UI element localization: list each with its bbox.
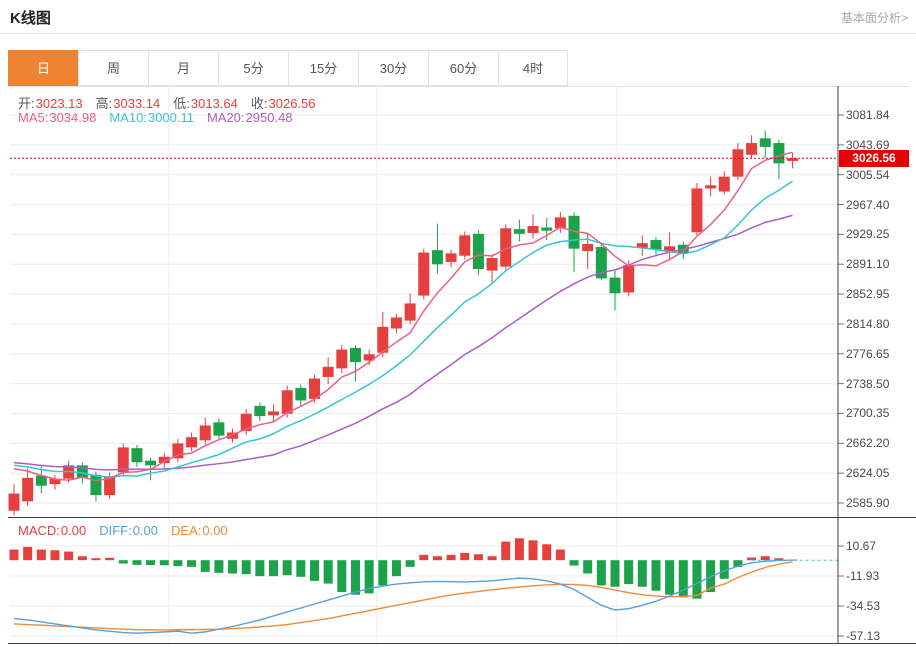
tab-15分[interactable]: 15分 <box>288 50 358 86</box>
legend-label: MA5: <box>18 110 49 125</box>
legend-value: 2950.48 <box>245 110 293 125</box>
legend-label: 开: <box>18 96 35 111</box>
legend-label: MA20: <box>206 110 245 125</box>
price-axis-label: 2891.10 <box>846 257 890 272</box>
kline-chart-area: 开:3023.13 高:3033.14 低:3013.64 收:3026.56 MA5… <box>8 86 916 645</box>
tab-日[interactable]: 日 <box>8 50 78 86</box>
price-axis-label: 2662.20 <box>846 436 890 451</box>
legend-value: 3023.13 <box>35 96 83 111</box>
macd-axis-label: 10.67 <box>846 539 877 553</box>
legend-label: DEA: <box>171 523 202 538</box>
tab-周[interactable]: 周 <box>78 50 148 86</box>
legend-value: 3034.98 <box>49 110 97 125</box>
price-axis-label: 2929.25 <box>846 227 890 242</box>
legend-value: 0.00 <box>60 523 87 538</box>
price-axis-label: 3081.84 <box>846 108 890 122</box>
legend-value: 3026.56 <box>268 96 316 111</box>
tab-5分[interactable]: 5分 <box>218 50 288 86</box>
legend-label: 高: <box>95 96 113 111</box>
macd-axis-label: -11.93 <box>846 569 880 583</box>
price-axis-label: 3043.69 <box>846 137 890 152</box>
fundamental-analysis-link[interactable]: 基本面分析> <box>841 9 908 26</box>
price-axis-label: 2738.50 <box>846 376 890 391</box>
page-header: K线图 基本面分析> <box>0 0 916 34</box>
legend-label: 收: <box>250 96 268 111</box>
price-axis-label: 2967.40 <box>846 197 890 212</box>
tab-60分[interactable]: 60分 <box>428 50 498 86</box>
price-axis-label: 2852.95 <box>846 287 890 302</box>
legend-label: DIFF: <box>99 523 132 538</box>
price-axis-label: 2814.80 <box>846 316 890 331</box>
legend-value: 3033.14 <box>113 96 161 111</box>
page-title: K线图 <box>10 10 51 27</box>
kline-chart-canvas[interactable] <box>8 86 916 645</box>
interval-tab-bar: 日周月 5分 15分 30分 60分 4时 <box>8 50 908 87</box>
legend-label: 低: <box>173 96 190 111</box>
price-axis-label: 2624.05 <box>846 466 890 481</box>
legend-value: 3000.11 <box>147 110 194 125</box>
macd-axis-label: -57.13 <box>846 629 881 643</box>
tab-4时[interactable]: 4时 <box>498 50 568 86</box>
macd-axis-label: -34.53 <box>846 599 881 613</box>
legend-label: MA10: <box>109 110 147 125</box>
tab-30分[interactable]: 30分 <box>358 50 428 86</box>
price-axis-label: 2585.90 <box>846 495 890 510</box>
price-axis-label: 2776.65 <box>846 346 890 361</box>
price-axis-label: 2700.35 <box>846 406 890 421</box>
price-axis-label: 3005.54 <box>846 167 890 182</box>
legend-label: MACD: <box>18 523 60 538</box>
macd-legend: MACD:0.00 DIFF:0.00 DEA:0.00 <box>18 523 241 538</box>
legend-value: 0.00 <box>202 523 228 538</box>
tab-月[interactable]: 月 <box>148 50 218 86</box>
legend-value: 3013.64 <box>190 96 238 111</box>
legend-value: 0.00 <box>132 523 159 538</box>
ma-legend: MA5:3034.98 MA10:3000.11 MA20:2950.48 <box>18 110 306 125</box>
